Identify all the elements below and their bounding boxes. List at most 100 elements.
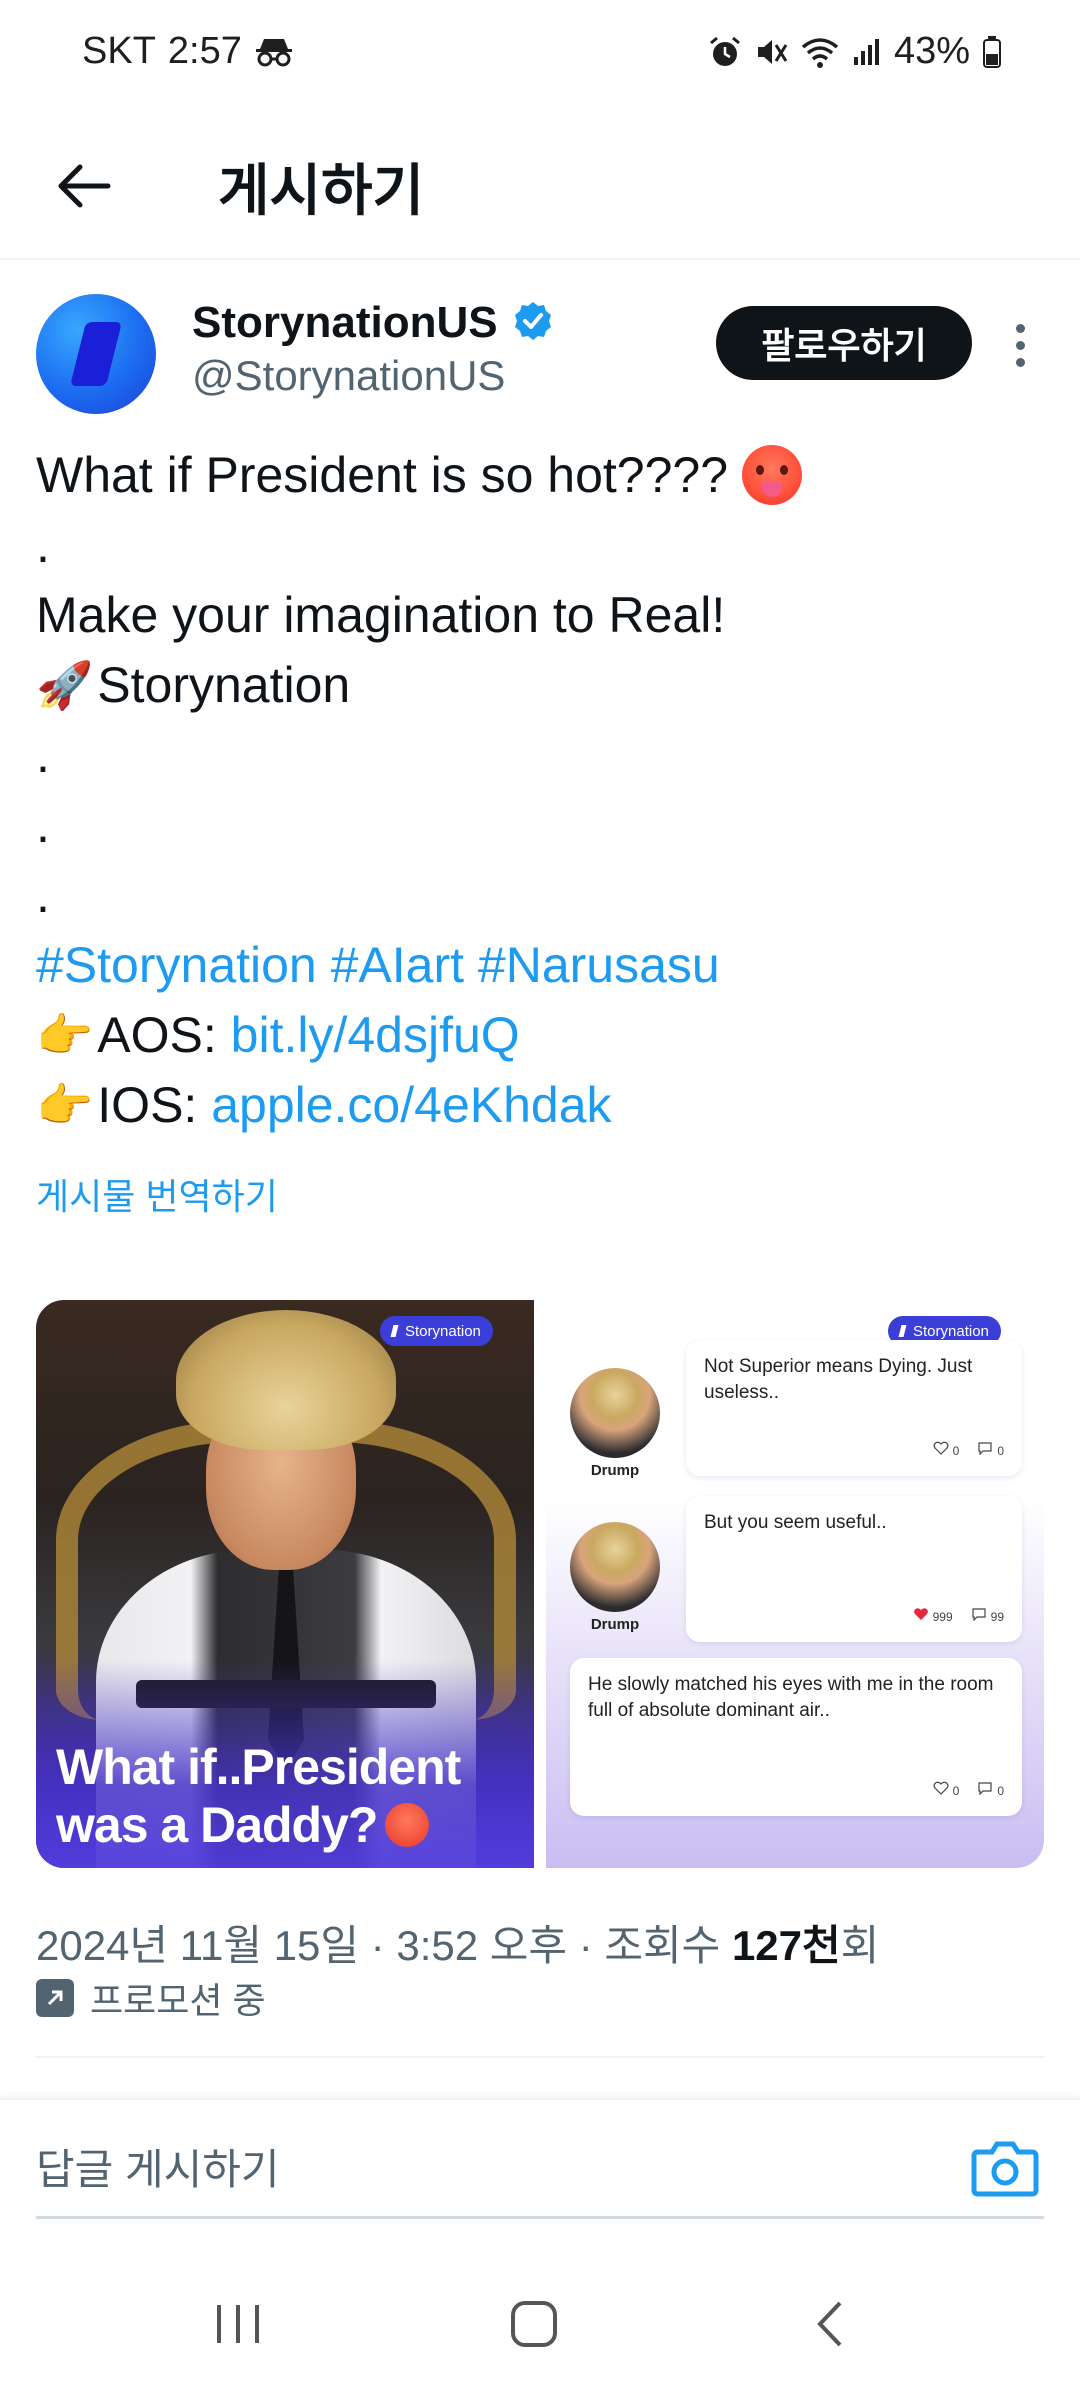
- back-arrow-icon: [58, 164, 111, 208]
- narration-bubble: He slowly matched his eyes with me in th…: [570, 1658, 1022, 1816]
- comment-stat: 0: [977, 1438, 1004, 1464]
- aos-link[interactable]: bit.ly/4dsjfuQ: [231, 1000, 520, 1070]
- battery-percent: 43%: [893, 30, 970, 72]
- more-dot-icon: [1015, 340, 1025, 350]
- tweet-meta: 2024년 11월 15일 · 3:52 오후 · 조회수 127천회: [36, 1912, 879, 1973]
- clock: 2:57: [167, 30, 242, 72]
- comment-icon: [972, 1608, 986, 1621]
- like-count: 999: [932, 1610, 953, 1624]
- like-count: 0: [952, 1444, 960, 1458]
- tweet-dot: .: [36, 727, 50, 783]
- recent-apps-button[interactable]: [198, 2284, 278, 2364]
- status-bar: SKT 2:57 43%: [0, 0, 1080, 110]
- comment-count: 0: [997, 1444, 1004, 1458]
- chat-text: Not Superior means Dying. Just useless..: [704, 1356, 973, 1403]
- tweet-line-text: Storynation: [97, 657, 351, 713]
- tweet-text: What if President is so hot???? . Make y…: [36, 440, 1046, 1140]
- like-stat: 0: [933, 1778, 960, 1804]
- promoted-icon: [36, 1979, 74, 2017]
- status-bar-right: 43%: [708, 30, 1002, 73]
- like-count: 0: [952, 1784, 960, 1798]
- back-button[interactable]: [42, 144, 126, 228]
- like-stat: 999: [913, 1604, 953, 1630]
- chat-text: But you seem useful..: [704, 1512, 887, 1533]
- tweet-line: .: [36, 860, 1046, 930]
- caption-line: was a Daddy?: [56, 1797, 378, 1853]
- pointing-hand-emoji-icon: 👉: [36, 1008, 94, 1062]
- status-bar-left: SKT 2:57: [82, 30, 294, 73]
- media-caption: What if..President was a Daddy?: [56, 1738, 526, 1854]
- hot-face-emoji-icon: [742, 445, 803, 505]
- system-back-button[interactable]: [790, 2284, 870, 2364]
- more-dot-icon: [1015, 357, 1025, 367]
- incognito-icon: [254, 37, 294, 67]
- app-bar: 게시하기: [0, 110, 1080, 260]
- storynation-logo-icon: [898, 1325, 907, 1337]
- carrier-label: SKT: [82, 30, 156, 72]
- heart-outline-icon: [933, 1441, 949, 1455]
- comment-icon: [978, 1442, 992, 1455]
- home-icon: [511, 2301, 557, 2347]
- pointing-hand-emoji-icon: 👉: [36, 1078, 94, 1132]
- more-dot-icon: [1015, 323, 1025, 333]
- chat-bubble: But you seem useful.. 999 99: [686, 1496, 1022, 1642]
- reply-bar: 답글 게시하기: [0, 2098, 1080, 2240]
- caption-line: What if..President: [56, 1739, 461, 1795]
- camera-icon: [971, 2141, 1039, 2197]
- signal-icon: [852, 37, 882, 67]
- heart-outline-icon: [933, 1781, 949, 1795]
- view-suffix: 회: [840, 1922, 880, 1969]
- more-options-button[interactable]: [990, 310, 1050, 380]
- tweet-dot: .: [36, 867, 50, 923]
- recent-apps-icon: [217, 2305, 259, 2343]
- translate-post-link[interactable]: 게시물 번역하기: [36, 1168, 278, 1220]
- heart-filled-icon: [913, 1608, 928, 1620]
- tweet-dot: .: [36, 517, 50, 573]
- chat-name: Drump: [590, 1616, 640, 1633]
- view-count[interactable]: 127천: [732, 1922, 841, 1969]
- tweet-line: Make your imagination to Real!: [36, 580, 1046, 650]
- chat-bubble: Not Superior means Dying. Just useless..…: [686, 1340, 1022, 1476]
- home-button[interactable]: [494, 2284, 574, 2364]
- page-title: 게시하기: [218, 159, 425, 222]
- tweet-line: #Storynation #AIart #Narusasu: [36, 930, 1046, 1000]
- divider: [36, 2056, 1044, 2058]
- comment-icon: [978, 1782, 992, 1795]
- chat-avatar: [570, 1368, 660, 1458]
- avatar[interactable]: [36, 294, 156, 414]
- alarm-icon: [708, 35, 742, 69]
- rocket-emoji-icon: 🚀: [36, 658, 94, 712]
- display-name[interactable]: StorynationUS: [192, 298, 498, 348]
- tweet-line: .: [36, 510, 1046, 580]
- hashtags-link[interactable]: #Storynation #AIart #Narusasu: [36, 930, 720, 1000]
- follow-button[interactable]: 팔로우하기: [716, 306, 972, 380]
- wifi-icon: [800, 35, 840, 69]
- comment-count: 99: [990, 1610, 1004, 1624]
- tweet-line-text: Make your imagination to Real!: [36, 587, 726, 643]
- tweet-line-text: What if President is so hot????: [36, 447, 729, 503]
- chat-text: He slowly matched his eyes with me in th…: [588, 1674, 994, 1721]
- media-image-right[interactable]: Storynation Drump Not Superior means Dyi…: [546, 1300, 1044, 1868]
- camera-button[interactable]: [970, 2136, 1040, 2200]
- post-date: 2024년 11월 15일 · 3:52 오후 · 조회수: [36, 1922, 732, 1969]
- chat-name: Drump: [590, 1462, 640, 1479]
- chevron-left-icon: [817, 2301, 842, 2347]
- tweet-line: .: [36, 790, 1046, 860]
- hair-shape: [176, 1310, 396, 1450]
- storynation-logo-icon: [390, 1325, 399, 1337]
- reply-underline: [36, 2216, 1044, 2219]
- name-row: StorynationUS: [192, 298, 554, 348]
- battery-icon: [982, 35, 1002, 69]
- media-image-left[interactable]: Storynation What if..President was a Dad…: [36, 1300, 534, 1868]
- handle[interactable]: @StorynationUS: [192, 352, 505, 400]
- chat-avatar: [570, 1522, 660, 1612]
- tweet-line: 👉 AOS: bit.ly/4dsjfuQ: [36, 1000, 1046, 1070]
- storynation-badge: Storynation: [380, 1316, 493, 1346]
- mute-icon: [754, 35, 788, 69]
- ios-link[interactable]: apple.co/4eKhdak: [211, 1070, 611, 1140]
- tweet-dot: .: [36, 797, 50, 853]
- aos-label: AOS:: [97, 1007, 231, 1063]
- badge-label: Storynation: [913, 1322, 989, 1340]
- reply-input[interactable]: 답글 게시하기: [36, 2136, 280, 2197]
- comment-stat: 0: [977, 1778, 1004, 1804]
